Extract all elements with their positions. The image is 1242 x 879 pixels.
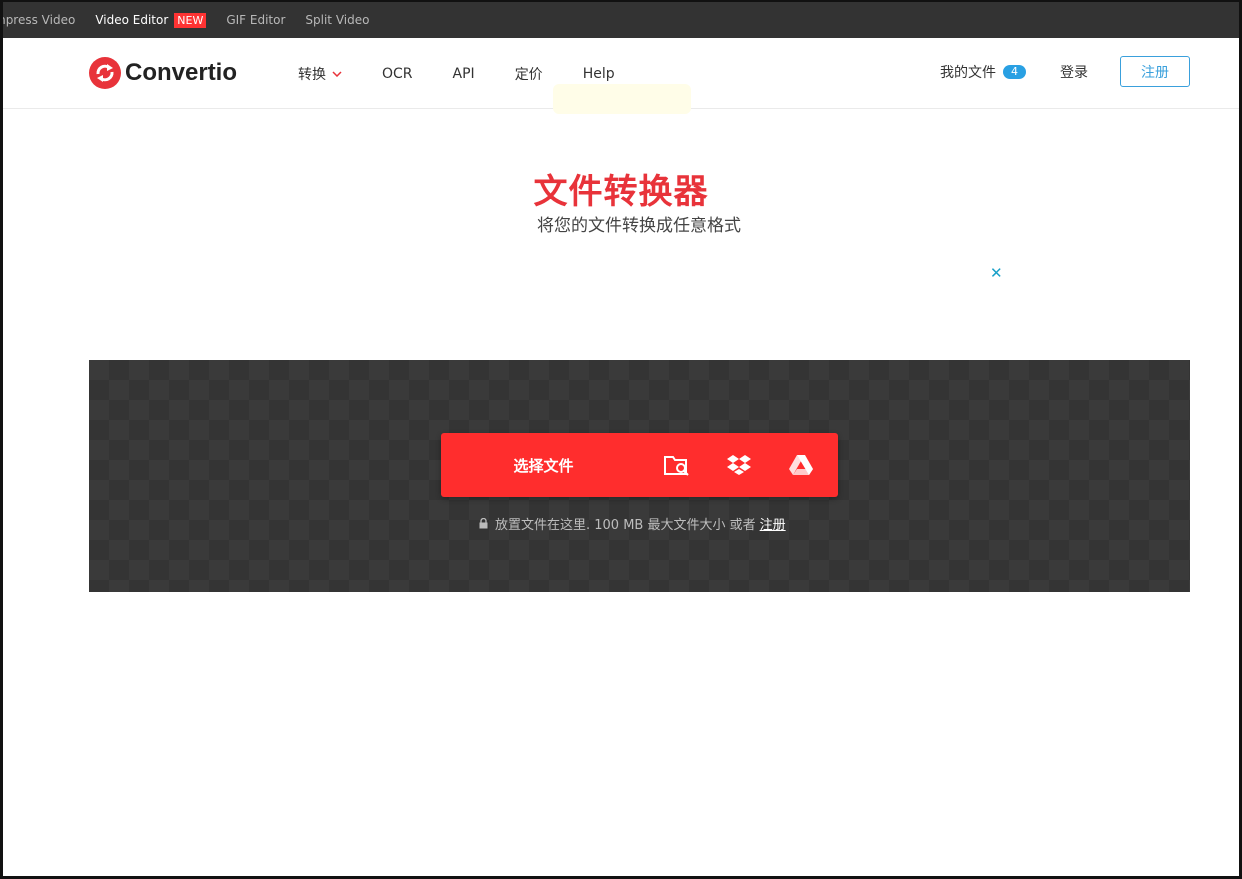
convertio-logo-icon [89, 57, 121, 89]
top-bar: mpress Video Video Editor NEW GIF Editor … [0, 0, 1242, 38]
my-files-label: 我的文件 [940, 64, 996, 81]
close-icon[interactable]: ✕ [990, 264, 1003, 282]
chevron-down-icon [332, 71, 342, 77]
google-drive-icon[interactable] [770, 433, 832, 497]
nav-help[interactable]: Help [583, 64, 615, 84]
nav-ocr[interactable]: OCR [382, 64, 413, 84]
upload-button-group: 选择文件 [441, 433, 838, 497]
nav-convert[interactable]: 转换 [298, 64, 342, 84]
topbar-link-split-video[interactable]: Split Video [305, 13, 369, 27]
ghost-banner [553, 84, 691, 114]
account-nav: 我的文件 4 登录 注册 [940, 56, 1190, 87]
dropbox-icon[interactable] [708, 433, 770, 497]
register-button[interactable]: 注册 [1120, 56, 1190, 87]
local-folder-icon[interactable] [646, 433, 708, 497]
file-drop-zone[interactable]: 选择文件 放置文件在这里. 100 MB 最大文件大小 或者 注册 [89, 360, 1190, 592]
choose-files-button[interactable]: 选择文件 [441, 455, 646, 476]
file-count-badge: 4 [1003, 64, 1026, 79]
upload-hint: 放置文件在这里. 100 MB 最大文件大小 或者 注册 [479, 514, 786, 533]
nav-pricing[interactable]: 定价 [515, 64, 543, 84]
upload-hint-text: 放置文件在这里. 100 MB 最大文件大小 或者 [495, 518, 756, 533]
page-title: 文件转换器 [533, 172, 709, 212]
register-link[interactable]: 注册 [760, 514, 786, 533]
nav-api[interactable]: API [453, 64, 475, 84]
topbar-link-video-editor[interactable]: Video Editor NEW [95, 12, 207, 28]
logo[interactable]: Convertio [89, 57, 237, 89]
topbar-link-gif-editor[interactable]: GIF Editor [226, 13, 285, 27]
lock-icon [479, 518, 488, 529]
main-nav: 转换 OCR API 定价 Help [298, 64, 655, 84]
page-subtitle: 将您的文件转换成任意格式 [537, 216, 741, 236]
nav-convert-label: 转换 [298, 67, 326, 83]
login-link[interactable]: 登录 [1060, 62, 1088, 82]
logo-text: Convertio [125, 59, 238, 86]
topbar-link-compress-video[interactable]: mpress Video [0, 13, 75, 27]
new-badge: NEW [174, 12, 207, 28]
topbar-link-label: Video Editor [95, 12, 169, 27]
my-files-link[interactable]: 我的文件 4 [940, 62, 1026, 82]
